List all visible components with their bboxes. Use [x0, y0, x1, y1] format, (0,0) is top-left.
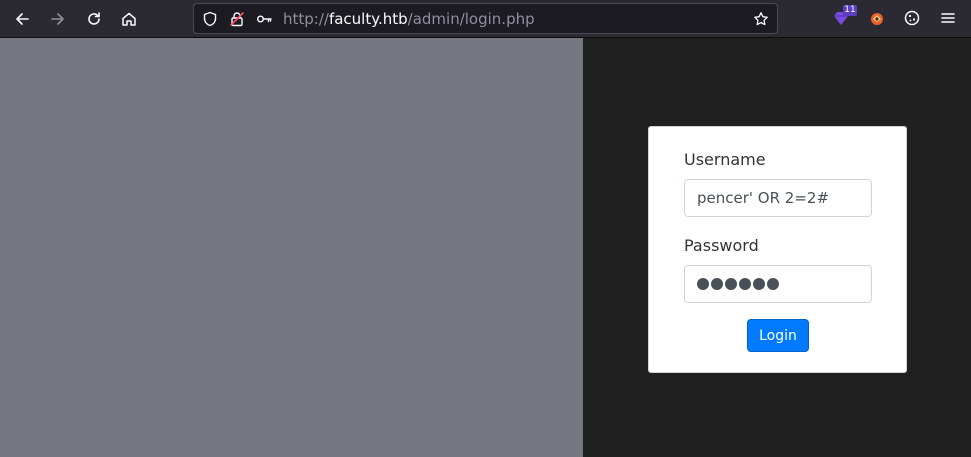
- url-bar[interactable]: http://faculty.htb/admin/login.php: [193, 3, 778, 34]
- cookie-extension-icon[interactable]: [901, 7, 923, 29]
- url-host: faculty.htb: [328, 10, 408, 28]
- back-arrow-icon[interactable]: [8, 6, 36, 32]
- hamburger-menu-icon[interactable]: [937, 7, 959, 29]
- url-scheme: http://: [283, 10, 329, 28]
- ublock-extension-icon[interactable]: 11: [830, 5, 857, 29]
- password-dot: [767, 278, 779, 290]
- right-background-panel: Username Password Login: [583, 38, 971, 457]
- username-label: Username: [684, 150, 766, 169]
- reload-icon[interactable]: [80, 6, 108, 32]
- key-icon[interactable]: [255, 10, 273, 28]
- url-path: /admin/login.php: [407, 10, 535, 28]
- extension-badge: 11: [843, 5, 857, 16]
- fox-extension-icon[interactable]: [866, 7, 888, 29]
- password-dot: [739, 278, 751, 290]
- login-button[interactable]: Login: [747, 319, 809, 352]
- login-card: Username Password Login: [648, 126, 907, 373]
- page-content: Username Password Login: [0, 38, 971, 457]
- password-dot: [753, 278, 765, 290]
- password-input[interactable]: [684, 265, 872, 303]
- insecure-lock-icon[interactable]: [228, 10, 246, 28]
- forward-arrow-icon[interactable]: [44, 6, 72, 32]
- password-dot: [711, 278, 723, 290]
- browser-toolbar: http://faculty.htb/admin/login.php 11: [0, 0, 971, 38]
- home-icon[interactable]: [115, 6, 143, 32]
- password-label: Password: [684, 236, 759, 255]
- tracking-shield-icon[interactable]: [201, 10, 219, 28]
- left-background-panel: [0, 38, 583, 457]
- bookmark-star-icon[interactable]: [752, 10, 770, 28]
- username-input[interactable]: [684, 179, 872, 217]
- password-dot: [725, 278, 737, 290]
- password-mask: [697, 278, 779, 290]
- url-text[interactable]: http://faculty.htb/admin/login.php: [283, 10, 535, 28]
- password-dot: [697, 278, 709, 290]
